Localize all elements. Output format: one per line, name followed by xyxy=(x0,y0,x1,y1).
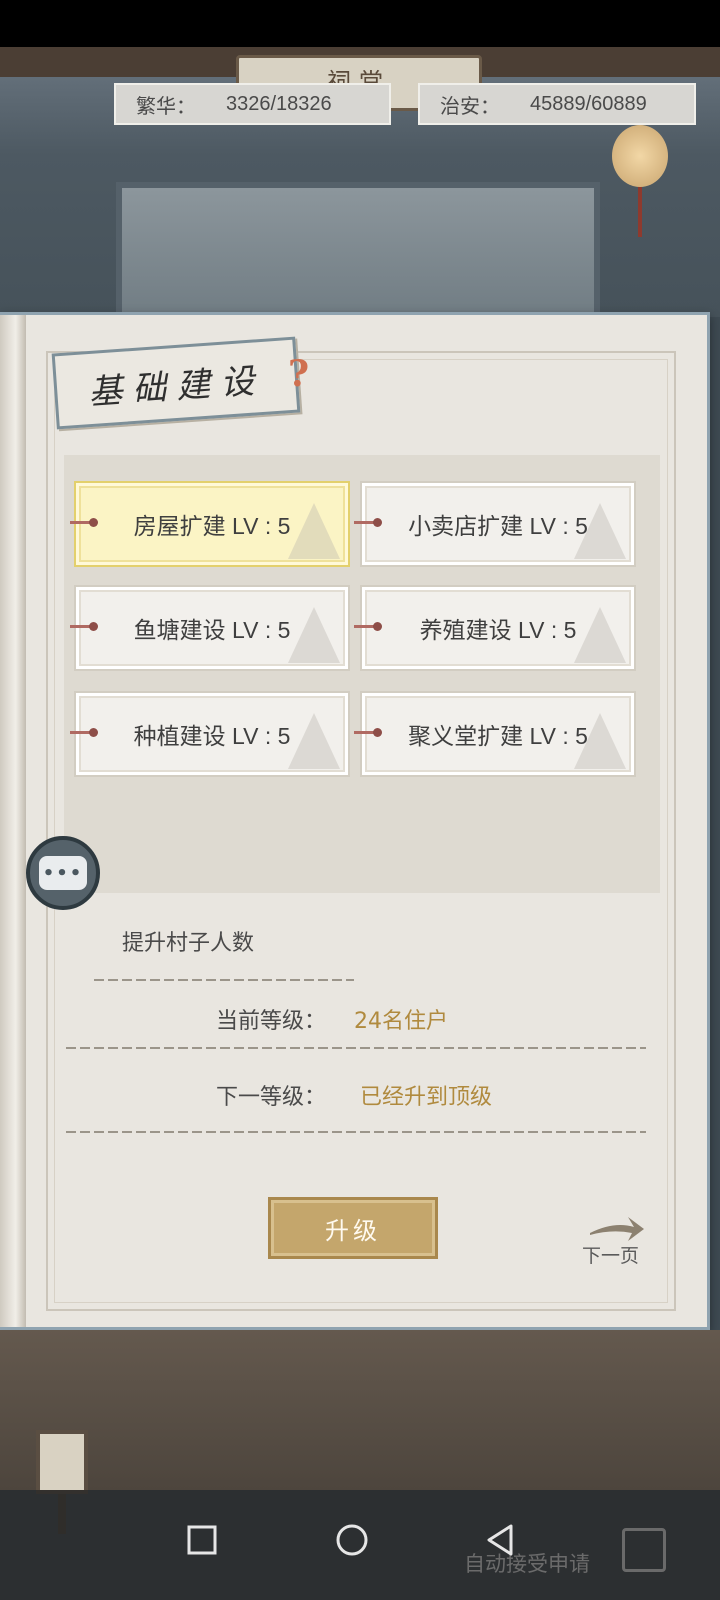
security-label: 治安： xyxy=(440,95,500,118)
status-bar xyxy=(0,0,720,47)
building-livestock[interactable]: 养殖建设 LV : 5 xyxy=(360,585,636,671)
current-level-label: 当前等级： xyxy=(215,1009,326,1034)
chat-icon: ••• xyxy=(39,856,87,890)
divider xyxy=(66,1131,646,1133)
building-fishpond[interactable]: 鱼塘建设 LV : 5 xyxy=(74,585,350,671)
pin-icon xyxy=(354,622,382,631)
upgrade-button[interactable]: 升级 xyxy=(268,1197,438,1259)
building-label: 鱼塘建设 LV : 5 xyxy=(133,617,291,643)
chat-button[interactable]: ••• xyxy=(26,836,100,910)
home-button[interactable] xyxy=(322,1510,382,1570)
next-page-button[interactable]: 下一页 xyxy=(580,1213,650,1273)
back-button[interactable] xyxy=(470,1510,530,1570)
building-label: 房屋扩建 LV : 5 xyxy=(133,513,291,539)
mountain-decoration xyxy=(288,713,340,769)
lamp-icon[interactable] xyxy=(36,1430,88,1494)
mountain-decoration xyxy=(288,503,340,559)
back-triangle-icon xyxy=(487,1524,513,1556)
auto-accept-checkbox[interactable] xyxy=(622,1528,666,1572)
pin-icon xyxy=(354,518,382,527)
question-mark-icon[interactable]: ? xyxy=(288,353,309,395)
divider xyxy=(94,979,354,981)
building-shop-expansion[interactable]: 小卖店扩建 LV : 5 xyxy=(360,481,636,567)
pin-icon xyxy=(354,728,382,737)
floor-background xyxy=(0,1330,720,1490)
building-planting[interactable]: 种植建设 LV : 5 xyxy=(74,691,350,777)
security-stat: 治安： 45889/60889 xyxy=(418,83,696,125)
current-level-value: 24名住户 xyxy=(354,1009,448,1034)
panel-title: 基础建设 xyxy=(87,360,266,413)
next-level-label: 下一等级： xyxy=(215,1085,326,1110)
book-spine xyxy=(0,315,26,1327)
building-label: 种植建设 LV : 5 xyxy=(133,723,291,749)
pin-icon xyxy=(70,518,98,527)
mountain-decoration xyxy=(288,607,340,663)
security-value: 45889/60889 xyxy=(530,92,647,115)
building-book-panel: 基础建设 ? 房屋扩建 LV : 5 小卖店扩建 LV : 5 鱼塘建设 LV … xyxy=(0,312,710,1330)
building-hall-expansion[interactable]: 聚义堂扩建 LV : 5 xyxy=(360,691,636,777)
square-icon xyxy=(187,1525,217,1555)
prosperity-label: 繁华： xyxy=(136,95,196,118)
building-label: 小卖店扩建 LV : 5 xyxy=(408,513,588,539)
building-label: 聚义堂扩建 LV : 5 xyxy=(408,723,588,749)
prosperity-stat: 繁华： 3326/18326 xyxy=(114,83,391,125)
shrine-screen xyxy=(116,182,600,317)
divider xyxy=(66,1047,646,1049)
recent-apps-button[interactable] xyxy=(172,1510,232,1570)
building-grid: 房屋扩建 LV : 5 小卖店扩建 LV : 5 鱼塘建设 LV : 5 养殖建… xyxy=(64,455,660,893)
building-house-expansion[interactable]: 房屋扩建 LV : 5 xyxy=(74,481,350,567)
building-label: 养殖建设 LV : 5 xyxy=(419,617,577,643)
next-level-value: 已经升到顶级 xyxy=(360,1085,493,1110)
lantern-tassel xyxy=(638,187,642,237)
upgrade-description: 提升村子人数 xyxy=(122,930,255,955)
circle-icon xyxy=(336,1524,368,1556)
pin-icon xyxy=(70,728,98,737)
prosperity-value: 3326/18326 xyxy=(226,92,332,115)
pin-icon xyxy=(70,622,98,631)
arrow-right-icon xyxy=(590,1217,644,1241)
next-page-label: 下一页 xyxy=(582,1245,640,1267)
lantern-icon xyxy=(612,125,668,187)
mountain-decoration xyxy=(574,607,626,663)
